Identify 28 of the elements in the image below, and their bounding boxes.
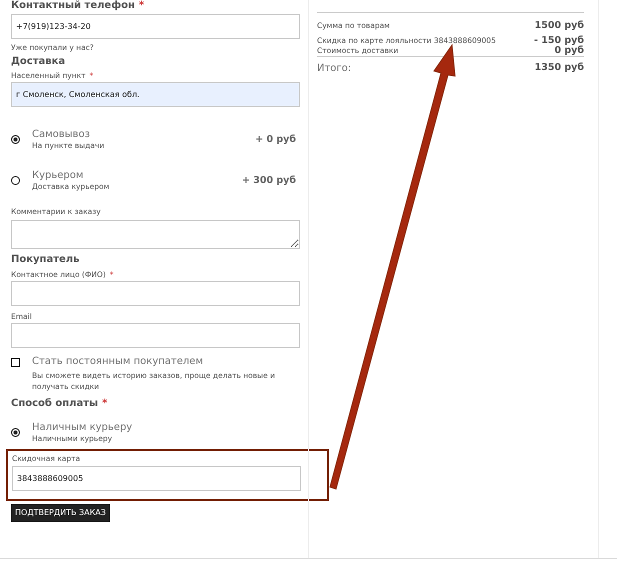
option-label[interactable]: Наличным курьеру <box>32 422 300 434</box>
option-price: + 0 руб <box>255 134 296 146</box>
summary-value: 1500 руб <box>534 21 584 31</box>
option-price: + 300 руб <box>242 174 296 186</box>
name-field[interactable] <box>11 281 300 306</box>
email-field[interactable] <box>11 323 300 348</box>
section-heading: Контактный телефон <box>11 0 135 12</box>
radio-button[interactable] <box>11 176 20 185</box>
required-mark: * <box>138 0 144 12</box>
radio-button[interactable] <box>11 428 20 437</box>
section-heading: Покупатель <box>11 254 80 266</box>
comment-field[interactable] <box>11 220 300 249</box>
section-heading: Доставка <box>11 56 66 68</box>
summary-value: - 150 руб <box>534 36 584 46</box>
city-field[interactable]: г Смоленск, Смоленская обл. <box>11 82 300 107</box>
required-mark: * <box>102 398 108 410</box>
submit-button[interactable]: ПОДТВЕРДИТЬ ЗАКАЗ <box>11 504 110 522</box>
total-value: 1350 руб <box>534 63 584 75</box>
checkbox-label[interactable]: Стать постоянным покупателем <box>32 356 282 368</box>
section-heading: Способ оплаты <box>11 398 98 410</box>
total-label: Итого: <box>317 63 352 75</box>
option-label[interactable]: Самовывоз <box>32 129 256 141</box>
discount-card-field[interactable]: 3843888609005 <box>12 466 301 491</box>
option-label[interactable]: Курьером <box>32 170 242 182</box>
radio-button[interactable] <box>11 135 20 144</box>
summary-value: 0 руб <box>554 46 584 56</box>
checkbox[interactable] <box>11 358 20 367</box>
phone-field[interactable]: +7(919)123-34-20 <box>11 14 300 39</box>
